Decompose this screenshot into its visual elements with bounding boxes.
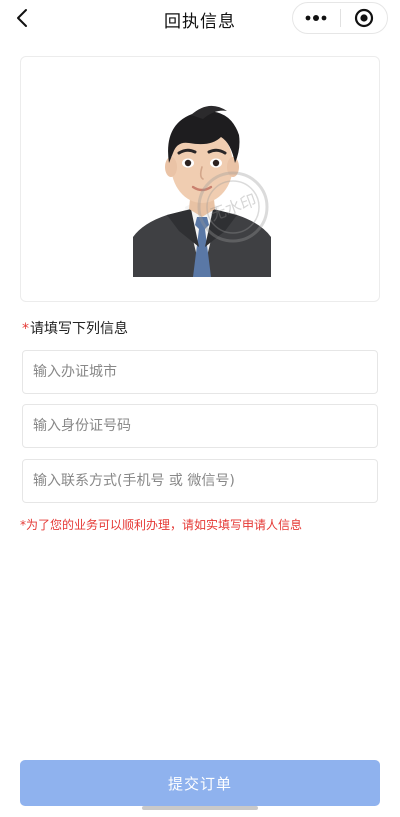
more-dots-icon (305, 15, 327, 21)
top-nav-bar: 回执信息 (0, 0, 400, 40)
city-input[interactable] (22, 350, 378, 394)
receipt-info-page: 回执信息 无水印 *请填写下列信息 输入办证城市 输入身份证号码 输入联系方式(… (0, 0, 400, 817)
mini-program-capsule (292, 2, 388, 34)
more-button[interactable] (293, 2, 340, 34)
home-indicator (142, 806, 258, 810)
id-number-input[interactable] (22, 404, 378, 448)
record-target-icon (354, 8, 373, 28)
form-hint: *为了您的业务可以顺利办理，请如实填写申请人信息 (20, 518, 303, 532)
photo-preview-card: 无水印 (20, 56, 380, 302)
required-mark: * (22, 321, 29, 337)
form-section-title-text: 请填写下列信息 (30, 321, 128, 337)
close-mini-program-button[interactable] (340, 2, 387, 34)
contact-input[interactable] (22, 459, 378, 503)
id-photo: 无水印 (133, 97, 271, 277)
form-section-title: *请填写下列信息 (22, 318, 128, 338)
submit-order-button[interactable]: 提交订单 (20, 760, 380, 806)
